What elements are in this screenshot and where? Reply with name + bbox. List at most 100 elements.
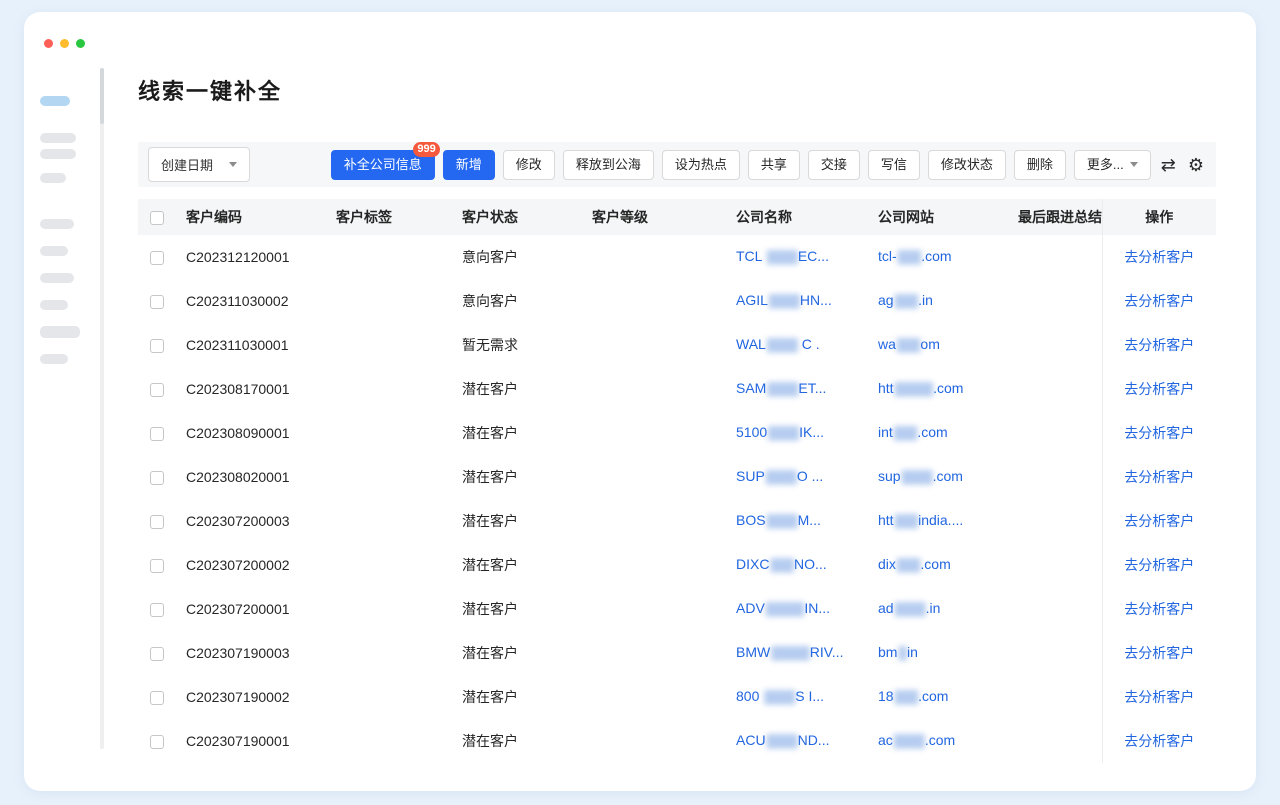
transfer-icon[interactable]: ⇄	[1159, 153, 1178, 177]
company-website-link[interactable]: wa███om	[878, 336, 940, 352]
cell-company-name[interactable]: BOS████M...	[728, 499, 870, 543]
toolbar-button[interactable]: 修改状态	[928, 150, 1006, 180]
cell-company-name[interactable]: DIXC███NO...	[728, 543, 870, 587]
cell-company-name[interactable]: SAM████ET...	[728, 367, 870, 411]
row-checkbox[interactable]	[150, 735, 164, 749]
cell-customer-tag	[328, 499, 454, 543]
cell-customer-level	[584, 411, 728, 455]
toolbar-button[interactable]: 共享	[748, 150, 800, 180]
sidebar-active-item[interactable]	[40, 96, 70, 106]
analyze-customer-link[interactable]: 去分析客户	[1124, 249, 1194, 265]
toolbar-button[interactable]: 释放到公海	[563, 150, 654, 180]
company-name-link[interactable]: 800 ████S I...	[736, 688, 824, 704]
analyze-customer-link[interactable]: 去分析客户	[1124, 645, 1194, 661]
cell-company-name[interactable]: ACU████ND...	[728, 719, 870, 763]
scrollbar-thumb[interactable]	[100, 68, 104, 124]
toolbar-button[interactable]: 设为热点	[662, 150, 740, 180]
company-name-link[interactable]: ADV█████IN...	[736, 600, 830, 616]
cell-company-website[interactable]: sup████.com	[870, 455, 1010, 499]
cell-company-name[interactable]: TCL ████EC...	[728, 235, 870, 279]
cell-company-website[interactable]: ac████.com	[870, 719, 1010, 763]
complete-company-info-button[interactable]: 补全公司信息 999	[331, 150, 435, 180]
cell-company-name[interactable]: SUP████O ...	[728, 455, 870, 499]
cell-company-name[interactable]: WAL████ C .	[728, 323, 870, 367]
sidebar-scrollbar[interactable]	[100, 68, 104, 749]
toolbar-button[interactable]: 删除	[1014, 150, 1066, 180]
analyze-customer-link[interactable]: 去分析客户	[1124, 425, 1194, 441]
settings-gear-icon[interactable]: ⚙	[1186, 153, 1206, 177]
company-website-link[interactable]: sup████.com	[878, 468, 963, 484]
customer-table: 客户编码 客户标签 客户状态 客户等级 公司名称 公司网站 最后跟进总结 操作 …	[138, 199, 1216, 763]
analyze-customer-link[interactable]: 去分析客户	[1124, 513, 1194, 529]
analyze-customer-link[interactable]: 去分析客户	[1124, 689, 1194, 705]
cell-company-website[interactable]: wa███om	[870, 323, 1010, 367]
add-new-button[interactable]: 新增	[443, 150, 495, 180]
cell-customer-status: 潜在客户	[454, 499, 584, 543]
row-checkbox[interactable]	[150, 471, 164, 485]
company-website-link[interactable]: 18███.com	[878, 688, 948, 704]
company-website-link[interactable]: dix███.com	[878, 556, 951, 572]
cell-company-website[interactable]: ad████.in	[870, 587, 1010, 631]
company-name-link[interactable]: BOS████M...	[736, 512, 821, 528]
cell-company-website[interactable]: htt█████.com	[870, 367, 1010, 411]
company-name-link[interactable]: AGIL████HN...	[736, 292, 832, 308]
minimize-window-button[interactable]	[60, 39, 69, 48]
zoom-window-button[interactable]	[76, 39, 85, 48]
toolbar-button[interactable]: 写信	[868, 150, 920, 180]
select-all-checkbox[interactable]	[150, 211, 164, 225]
company-website-link[interactable]: htt███india....	[878, 512, 963, 528]
cell-customer-tag	[328, 367, 454, 411]
company-website-link[interactable]: ad████.in	[878, 600, 940, 616]
company-website-link[interactable]: bm█in	[878, 644, 918, 660]
analyze-customer-link[interactable]: 去分析客户	[1124, 381, 1194, 397]
row-checkbox[interactable]	[150, 339, 164, 353]
cell-company-website[interactable]: 18███.com	[870, 675, 1010, 719]
company-name-link[interactable]: DIXC███NO...	[736, 556, 827, 572]
company-website-link[interactable]: htt█████.com	[878, 380, 963, 396]
analyze-customer-link[interactable]: 去分析客户	[1124, 557, 1194, 573]
analyze-customer-link[interactable]: 去分析客户	[1124, 337, 1194, 353]
company-name-link[interactable]: 5100████IK...	[736, 424, 824, 440]
redacted-text: ███	[897, 558, 920, 572]
date-filter-select[interactable]: 创建日期	[148, 147, 250, 182]
cell-company-website[interactable]: ag███.in	[870, 279, 1010, 323]
redacted-text: ████	[767, 734, 797, 748]
company-name-link[interactable]: SAM████ET...	[736, 380, 826, 396]
cell-company-name[interactable]: 5100████IK...	[728, 411, 870, 455]
company-website-link[interactable]: ag███.in	[878, 292, 933, 308]
row-checkbox[interactable]	[150, 603, 164, 617]
row-checkbox[interactable]	[150, 383, 164, 397]
row-checkbox[interactable]	[150, 251, 164, 265]
company-website-link[interactable]: tcl-███.com	[878, 248, 952, 264]
cell-company-name[interactable]: AGIL████HN...	[728, 279, 870, 323]
company-name-link[interactable]: TCL ████EC...	[736, 248, 829, 264]
close-window-button[interactable]	[44, 39, 53, 48]
row-checkbox[interactable]	[150, 427, 164, 441]
row-checkbox[interactable]	[150, 515, 164, 529]
company-website-link[interactable]: ac████.com	[878, 732, 955, 748]
analyze-customer-link[interactable]: 去分析客户	[1124, 293, 1194, 309]
row-checkbox[interactable]	[150, 647, 164, 661]
row-checkbox[interactable]	[150, 559, 164, 573]
cell-company-website[interactable]: htt███india....	[870, 499, 1010, 543]
analyze-customer-link[interactable]: 去分析客户	[1124, 469, 1194, 485]
company-name-link[interactable]: ACU████ND...	[736, 732, 829, 748]
toolbar-button[interactable]: 交接	[808, 150, 860, 180]
cell-company-name[interactable]: BMW█████RIV...	[728, 631, 870, 675]
cell-company-website[interactable]: int███.com	[870, 411, 1010, 455]
analyze-customer-link[interactable]: 去分析客户	[1124, 601, 1194, 617]
cell-company-website[interactable]: tcl-███.com	[870, 235, 1010, 279]
analyze-customer-link[interactable]: 去分析客户	[1124, 733, 1194, 749]
company-name-link[interactable]: SUP████O ...	[736, 468, 823, 484]
cell-company-website[interactable]: dix███.com	[870, 543, 1010, 587]
cell-company-name[interactable]: 800 ████S I...	[728, 675, 870, 719]
company-name-link[interactable]: WAL████ C .	[736, 336, 820, 352]
company-website-link[interactable]: int███.com	[878, 424, 948, 440]
more-button[interactable]: 更多...	[1074, 150, 1151, 180]
company-name-link[interactable]: BMW█████RIV...	[736, 644, 843, 660]
toolbar-button[interactable]: 修改	[503, 150, 555, 180]
cell-company-website[interactable]: bm█in	[870, 631, 1010, 675]
row-checkbox[interactable]	[150, 295, 164, 309]
cell-company-name[interactable]: ADV█████IN...	[728, 587, 870, 631]
row-checkbox[interactable]	[150, 691, 164, 705]
